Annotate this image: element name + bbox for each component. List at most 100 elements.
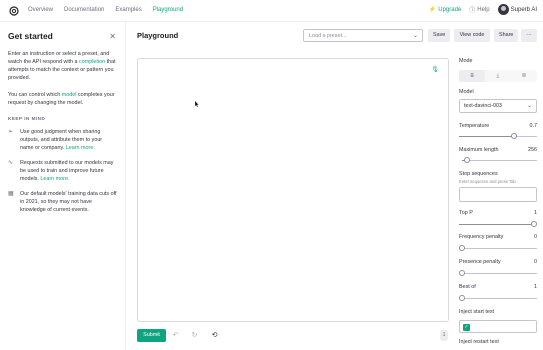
learn-more-link[interactable]: Learn more. (66, 145, 95, 151)
preset-select[interactable]: Load a preset... ⌄ (303, 29, 423, 42)
frequency-penalty-slider[interactable] (459, 245, 537, 251)
slider-track (462, 297, 537, 299)
regenerate-icon[interactable]: ↻ (188, 329, 201, 342)
tip-text: Requests submitted to our models may be … (20, 159, 117, 183)
panel-title: Get started (8, 31, 53, 41)
help-link[interactable]: ⓘ Help (469, 5, 490, 15)
close-icon[interactable]: ✕ (109, 32, 116, 41)
send-icon: ➢ (8, 129, 14, 135)
mode-label: Mode (459, 58, 473, 64)
best-of-value[interactable]: 1 (534, 284, 537, 290)
completion-link[interactable]: completion (79, 59, 105, 65)
top-nav: Overview Documentation Examples Playgrou… (0, 0, 543, 22)
mode-selector: ≡ ⤓ ≣ (459, 70, 537, 82)
edit-mode-icon[interactable]: ≣ (511, 70, 537, 82)
slider-fill (459, 135, 514, 137)
submit-button[interactable]: Submit (137, 329, 166, 342)
history-icon[interactable]: ⟲ (208, 329, 221, 342)
slider-track (462, 247, 537, 249)
nav-playground[interactable]: Playground (153, 7, 183, 13)
bolt-icon: ⚡ (428, 7, 437, 13)
calendar-icon: ▦ (8, 191, 14, 197)
intro-text: Enter an instruction or select a preset,… (8, 50, 117, 82)
stop-sequences-input[interactable] (459, 187, 537, 202)
undo-icon[interactable]: ↶ (169, 329, 182, 342)
top-p-value[interactable]: 1 (534, 210, 537, 216)
tip-body: Our default models' training data cuts o… (20, 191, 117, 213)
model-label: Model (459, 89, 474, 95)
nav-examples[interactable]: Examples (115, 7, 141, 13)
preset-placeholder: Load a preset... (309, 33, 347, 39)
tip-item: ➢ Use good judgment when sharing outputs… (8, 128, 117, 152)
stop-sequences-hint: Enter sequence and press Tab (459, 179, 516, 184)
inject-start-label: Inject start text (459, 309, 495, 315)
best-of-label: Best of (459, 284, 476, 290)
checkbox-checked-icon[interactable]: ✓ (463, 324, 470, 331)
presence-penalty-slider[interactable] (459, 270, 537, 276)
inject-restart-label: Inject restart text (459, 339, 499, 345)
chevron-down-icon: ⌄ (412, 33, 418, 39)
model-text-1: You can control which (8, 92, 62, 98)
model-text: You can control which model completes yo… (8, 91, 117, 107)
max-length-value[interactable]: 256 (528, 147, 537, 153)
save-button[interactable]: Save (428, 29, 450, 42)
best-of-slider[interactable] (459, 295, 537, 301)
nav-right: ⚡ Upgrade ⓘ Help Superb AI (429, 4, 537, 15)
slider-track (462, 159, 537, 161)
slider-thumb[interactable] (459, 270, 465, 276)
slider-thumb[interactable] (459, 245, 465, 251)
top-p-slider[interactable] (459, 221, 537, 227)
frequency-penalty-label: Frequency penalty (459, 234, 504, 240)
chevron-down-icon: ⌄ (526, 103, 532, 109)
tip-item: ∿ Requests submitted to our models may b… (8, 159, 117, 183)
page-title: Playground (137, 31, 179, 40)
tip-text: Use good judgment when sharing outputs, … (20, 128, 117, 152)
account-menu[interactable]: Superb AI (497, 4, 537, 15)
temperature-label: Temperature (459, 123, 490, 129)
slider-thumb[interactable] (463, 157, 470, 163)
inject-start-input[interactable]: ✓ (459, 320, 537, 333)
frequency-penalty-value[interactable]: 0 (534, 234, 537, 240)
max-length-slider[interactable] (462, 157, 537, 163)
complete-mode-icon[interactable]: ≡ (459, 70, 485, 82)
model-link[interactable]: model (62, 92, 77, 98)
slider-thumb[interactable] (459, 295, 465, 301)
get-started-panel: Get started ✕ Enter an instruction or se… (0, 22, 126, 350)
keep-in-mind-heading: KEEP IN MIND (8, 116, 46, 121)
more-button[interactable]: ··· (521, 29, 537, 42)
share-button[interactable]: Share (494, 29, 518, 42)
presence-penalty-label: Presence penalty (459, 259, 501, 265)
nav-links: Overview Documentation Examples Playgrou… (28, 7, 194, 13)
insert-mode-icon[interactable]: ⤓ (485, 70, 511, 82)
openai-logo-icon[interactable] (9, 6, 19, 16)
presence-penalty-value[interactable]: 0 (534, 259, 537, 265)
upgrade-link[interactable]: ⚡ Upgrade (428, 6, 462, 14)
nav-overview[interactable]: Overview (28, 7, 53, 13)
help-label: Help (477, 6, 490, 13)
top-p-label: Top P (459, 210, 473, 216)
org-name: Superb AI (510, 6, 537, 13)
activity-icon: ∿ (8, 160, 14, 166)
avatar (497, 4, 509, 15)
token-counter: 1 (440, 330, 448, 341)
temperature-slider[interactable] (459, 133, 537, 139)
stop-sequences-label: Stop sequences (459, 171, 498, 177)
mouse-cursor-icon (195, 101, 199, 107)
tip-item: ▦ Our default models' training data cuts… (8, 190, 117, 214)
tip-text: Our default models' training data cuts o… (20, 190, 117, 214)
nav-documentation[interactable]: Documentation (64, 7, 104, 13)
max-length-label: Maximum length (459, 147, 499, 153)
model-value: text-davinci-003 (464, 103, 503, 109)
temperature-value[interactable]: 0.7 (530, 123, 538, 129)
model-select[interactable]: text-davinci-003 ⌄ (459, 99, 537, 113)
slider-track (462, 272, 537, 274)
help-icon: ⓘ (469, 8, 476, 14)
microphone-icon[interactable]: 🎙 (431, 66, 439, 73)
slider-fill (459, 223, 534, 225)
upgrade-label: Upgrade (438, 6, 462, 13)
learn-more-link[interactable]: Learn more. (40, 176, 69, 182)
prompt-editor[interactable]: 🎙 (137, 58, 449, 322)
slider-thumb[interactable] (510, 133, 517, 139)
view-code-button[interactable]: View code (454, 29, 490, 42)
slider-thumb[interactable] (531, 221, 537, 227)
